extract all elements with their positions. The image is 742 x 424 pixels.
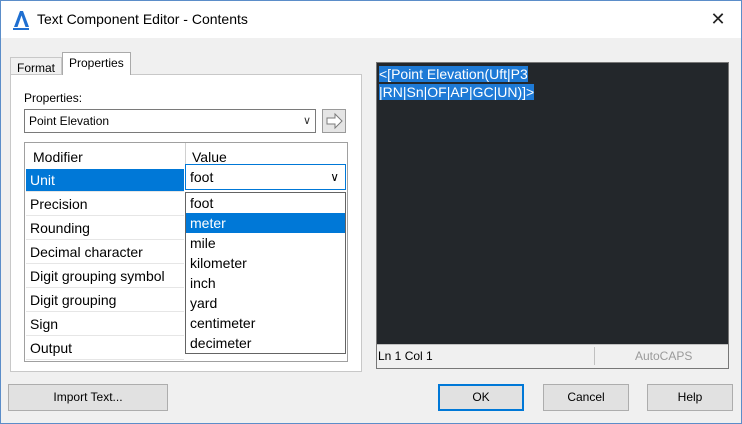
editor-status-bar: Ln 1 Col 1 AutoCAPS [377, 344, 728, 368]
modifier-name: Unit [26, 169, 184, 192]
column-header-value: Value [192, 149, 227, 165]
modifier-name: Sign [26, 313, 184, 336]
insert-property-button[interactable] [322, 109, 346, 133]
editor-text[interactable]: <[Point Elevation(Uft|P3 |RN|Sn|OF|AP|GC… [379, 65, 579, 101]
unit-option-yard[interactable]: yard [186, 293, 345, 313]
close-button[interactable]: ✕ [703, 5, 733, 33]
unit-option-meter[interactable]: meter [186, 213, 345, 233]
status-divider [594, 347, 595, 365]
chevron-down-icon: ∨ [330, 170, 339, 184]
unit-select[interactable]: foot ∨ [185, 164, 346, 190]
unit-option-kilometer[interactable]: kilometer [186, 253, 345, 273]
editor-line-1: <[Point Elevation(Uft|P3 [379, 66, 528, 82]
title-bar: Text Component Editor - Contents ✕ [0, 0, 742, 38]
ok-button[interactable]: OK [438, 384, 524, 411]
window-title: Text Component Editor - Contents [37, 11, 248, 27]
properties-select-value: Point Elevation [29, 114, 110, 128]
cancel-button[interactable]: Cancel [543, 384, 629, 411]
modifier-name: Precision [26, 193, 184, 216]
editor-line-2: |RN|Sn|OF|AP|GC|UN)]> [379, 84, 535, 100]
arrow-right-icon [326, 112, 343, 130]
modifier-name: Decimal character [26, 241, 184, 264]
modifier-name: Output [26, 337, 184, 360]
unit-option-foot[interactable]: foot [186, 193, 345, 213]
cursor-position: Ln 1 Col 1 [378, 349, 433, 363]
autocaps-indicator: AutoCAPS [635, 349, 693, 363]
modifier-name: Digit grouping [26, 289, 184, 312]
unit-option-inch[interactable]: inch [186, 273, 345, 293]
contents-editor[interactable]: <[Point Elevation(Uft|P3 |RN|Sn|OF|AP|GC… [376, 62, 729, 369]
unit-option-mile[interactable]: mile [186, 233, 345, 253]
unit-dropdown-list: foot meter mile kilometer inch yard cent… [185, 192, 346, 354]
chevron-down-icon: ∨ [302, 115, 311, 127]
unit-option-decimeter[interactable]: decimeter [186, 333, 345, 353]
modifier-name: Rounding [26, 217, 184, 240]
import-text-button[interactable]: Import Text... [8, 384, 168, 411]
unit-option-centimeter[interactable]: centimeter [186, 313, 345, 333]
help-button[interactable]: Help [647, 384, 733, 411]
tab-format[interactable]: Format [10, 57, 63, 75]
tab-properties[interactable]: Properties [62, 52, 131, 75]
properties-label: Properties: [24, 91, 83, 105]
column-header-modifier: Modifier [33, 149, 83, 165]
unit-select-value: foot [190, 169, 214, 185]
modifier-name: Digit grouping symbol [26, 265, 184, 288]
properties-select[interactable]: Point Elevation ∨ [24, 109, 316, 133]
autocad-civil-app-icon [13, 11, 29, 30]
